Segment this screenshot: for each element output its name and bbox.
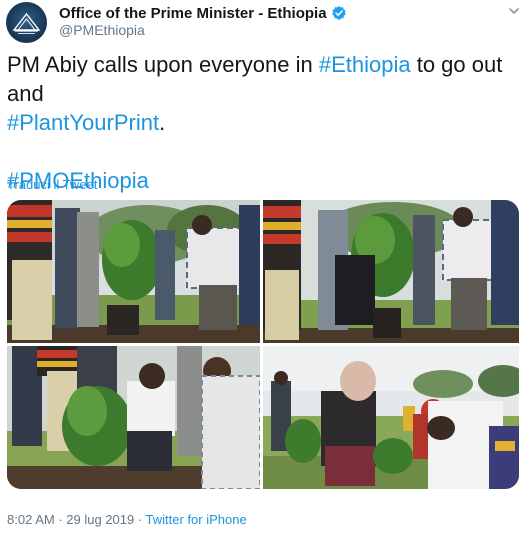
tweet-text: PM Abiy calls upon everyone in #Ethiopia…	[7, 50, 522, 195]
media-grid	[7, 200, 519, 489]
verified-badge-icon	[331, 5, 347, 21]
tweet-line-1: PM Abiy calls upon everyone in #Ethiopia…	[7, 50, 522, 108]
tweet-text-segment: PM Abiy calls upon everyone in	[7, 52, 319, 77]
avatar[interactable]	[6, 2, 47, 43]
author-name-row[interactable]: Office of the Prime Minister - Ethiopia	[59, 4, 347, 22]
hashtag-ethiopia-link[interactable]: #Ethiopia	[319, 52, 411, 77]
tweet-meta: 8:02 AM · 29 lug 2019 · Twitter for iPho…	[7, 512, 247, 527]
hashtag-plantyourprint-link[interactable]: #PlantYourPrint	[7, 110, 159, 135]
translate-tweet-link[interactable]: Traduci il Tweet	[7, 177, 97, 192]
tweet-date[interactable]: 29 lug 2019	[66, 512, 134, 527]
tweet-time[interactable]: 8:02 AM	[7, 512, 55, 527]
meta-separator: ·	[54, 512, 67, 527]
tweet-source-link[interactable]: Twitter for iPhone	[146, 512, 247, 527]
author-display-name[interactable]: Office of the Prime Minister - Ethiopia	[59, 5, 327, 22]
tweet-photo-2[interactable]	[263, 200, 519, 343]
tweet-photo-3[interactable]	[7, 346, 260, 489]
chevron-down-icon[interactable]	[507, 4, 521, 18]
tweet-photo-4[interactable]	[263, 346, 519, 489]
tweet-header: Office of the Prime Minister - Ethiopia …	[6, 2, 523, 43]
tweet-photo-1[interactable]	[7, 200, 260, 343]
meta-separator: ·	[134, 512, 146, 527]
tweet-line-2: #PlantYourPrint.	[7, 108, 522, 137]
author-handle[interactable]: @PMEthiopia	[59, 22, 145, 38]
tweet-text-segment: .	[159, 110, 166, 135]
pmo-emblem-icon	[12, 12, 41, 34]
